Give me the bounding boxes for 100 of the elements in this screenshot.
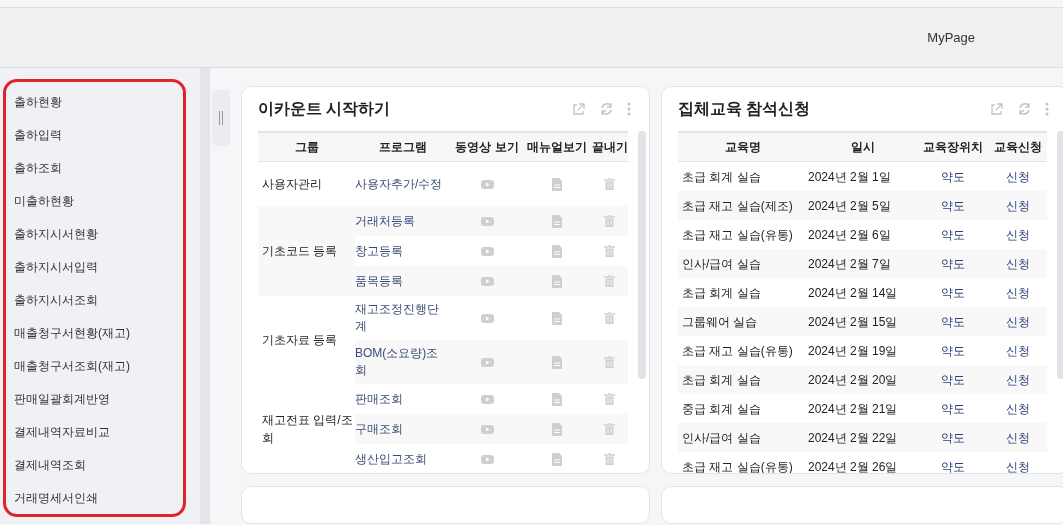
card-title: 이카운트 시작하기 — [258, 99, 391, 119]
video-icon[interactable] — [480, 246, 494, 256]
refresh-icon[interactable] — [599, 102, 613, 116]
sidebar-item[interactable]: 판매일괄회계반영 — [14, 389, 110, 408]
video-icon[interactable] — [480, 424, 494, 434]
map-link[interactable]: 약도 — [941, 401, 965, 416]
table-cell: 그룹웨어 실습 — [682, 314, 758, 329]
table-cell: 2024년 2월 22일 — [808, 430, 898, 445]
map-link[interactable]: 약도 — [941, 314, 965, 329]
apply-link[interactable]: 신청 — [1005, 256, 1030, 271]
document-icon[interactable] — [552, 177, 562, 191]
sidebar-item[interactable]: 미출하현황 — [14, 192, 74, 211]
document-icon[interactable] — [552, 311, 562, 325]
map-link[interactable]: 약도 — [941, 198, 965, 213]
table-cell: 초급 회계 실습 — [682, 372, 761, 387]
apply-link[interactable]: 신청 — [1005, 401, 1030, 416]
document-icon[interactable] — [552, 452, 562, 466]
mypage-link[interactable]: MyPage — [927, 27, 975, 48]
sidebar-item[interactable]: 결제내역조회 — [14, 455, 86, 474]
scrollbar-thumb[interactable] — [1057, 131, 1063, 379]
table-cell-text: 기초자료 등록 — [262, 332, 338, 349]
table-cell-text: 사용자관리 — [262, 176, 322, 193]
map-link[interactable]: 약도 — [941, 430, 965, 445]
sidebar-item[interactable]: 매출청구서조회(재고) — [14, 356, 130, 375]
apply-link[interactable]: 신청 — [1005, 285, 1030, 300]
trash-icon[interactable] — [604, 393, 615, 405]
apply-link[interactable]: 신청 — [1005, 314, 1030, 329]
table-cell: 2024년 2월 7일 — [808, 256, 891, 271]
video-icon[interactable] — [480, 179, 494, 189]
sidebar-item[interactable]: 출하지시서현황 — [14, 225, 98, 244]
video-icon[interactable] — [480, 394, 494, 404]
sidebar-item[interactable]: 출하입력 — [14, 126, 62, 145]
map-link[interactable]: 약도 — [941, 343, 965, 358]
program-link[interactable]: 창고등록 — [355, 242, 449, 260]
panel-resize-handle[interactable] — [212, 90, 230, 146]
external-link-icon[interactable] — [989, 102, 1003, 116]
table-cell-text: 재고전표 입력/조회 — [262, 412, 354, 447]
table-cell: 초급 회계 실습 — [682, 285, 761, 300]
apply-link[interactable]: 신청 — [1005, 227, 1030, 242]
trash-icon[interactable] — [604, 245, 615, 257]
map-link[interactable]: 약도 — [941, 372, 965, 387]
scrollbar-thumb[interactable] — [638, 131, 646, 379]
sidebar-item[interactable]: 출하조회 — [14, 159, 62, 178]
map-link[interactable]: 약도 — [941, 285, 965, 300]
video-icon[interactable] — [480, 216, 494, 226]
more-options-icon[interactable] — [627, 102, 631, 116]
column-header: 교육신청 — [992, 139, 1043, 156]
sidebar-item[interactable]: 거래명세서인쇄 — [14, 488, 98, 507]
video-icon[interactable] — [480, 276, 494, 286]
map-link[interactable]: 약도 — [941, 459, 965, 473]
table-cell: 2024년 2월 14일 — [808, 285, 898, 300]
trash-icon[interactable] — [604, 312, 615, 324]
column-header: 교육명 — [724, 139, 762, 156]
document-icon[interactable] — [552, 244, 562, 258]
program-link[interactable]: 재고조정진행단계 — [355, 301, 449, 335]
table-cell: 초급 회계 실습 — [682, 169, 761, 184]
document-icon[interactable] — [552, 392, 562, 406]
table-cell: 초급 재고 실습(제조) — [682, 198, 793, 213]
trash-icon[interactable] — [604, 178, 615, 190]
column-header: 매뉴얼보기 — [526, 139, 588, 156]
refresh-icon[interactable] — [1017, 102, 1031, 116]
program-link[interactable]: 사용자추가/수정 — [355, 175, 449, 193]
program-link[interactable]: 판매조회 — [355, 390, 449, 408]
table-cell: 중급 회계 실습 — [682, 401, 761, 416]
apply-link[interactable]: 신청 — [1005, 198, 1030, 213]
apply-link[interactable]: 신청 — [1005, 169, 1030, 184]
table-cell: 2024년 2월 1일 — [808, 169, 891, 184]
map-link[interactable]: 약도 — [941, 256, 965, 271]
map-link[interactable]: 약도 — [941, 227, 965, 242]
trash-icon[interactable] — [604, 453, 615, 465]
sidebar-item[interactable]: 출하지시서조회 — [14, 291, 98, 309]
trash-icon[interactable] — [604, 275, 615, 287]
column-header: 프로그램 — [378, 139, 428, 156]
apply-link[interactable]: 신청 — [1005, 343, 1030, 358]
card-title: 집체교육 참석신청 — [678, 99, 811, 119]
sidebar-item[interactable]: 매출청구서현황(재고) — [14, 323, 130, 342]
document-icon[interactable] — [552, 214, 562, 228]
more-options-icon[interactable] — [1045, 102, 1049, 116]
table-cell: 2024년 2월 15일 — [808, 314, 898, 329]
sidebar-item[interactable]: 출하현황 — [14, 93, 62, 112]
sidebar-item[interactable]: 출하지시서입력 — [14, 258, 98, 277]
apply-link[interactable]: 신청 — [1005, 430, 1030, 445]
map-link[interactable]: 약도 — [941, 169, 965, 184]
table-cell: 2024년 2월 20일 — [808, 372, 898, 387]
apply-link[interactable]: 신청 — [1005, 372, 1030, 387]
video-icon[interactable] — [480, 454, 494, 464]
table-cell: 2024년 2월 19일 — [808, 343, 898, 358]
trash-icon[interactable] — [604, 215, 615, 227]
external-link-icon[interactable] — [571, 102, 585, 116]
table-cell: 초급 재고 실습(유통) — [682, 343, 793, 358]
document-icon[interactable] — [552, 274, 562, 288]
program-link[interactable]: 생산입고조회 — [355, 450, 449, 468]
document-icon[interactable] — [552, 422, 562, 436]
apply-link[interactable]: 신청 — [1005, 459, 1030, 473]
video-icon[interactable] — [480, 357, 494, 367]
trash-icon[interactable] — [604, 423, 615, 435]
sidebar-item[interactable]: 결제내역자료비교 — [14, 422, 110, 441]
trash-icon[interactable] — [604, 356, 615, 368]
video-icon[interactable] — [480, 313, 494, 323]
document-icon[interactable] — [552, 355, 562, 369]
